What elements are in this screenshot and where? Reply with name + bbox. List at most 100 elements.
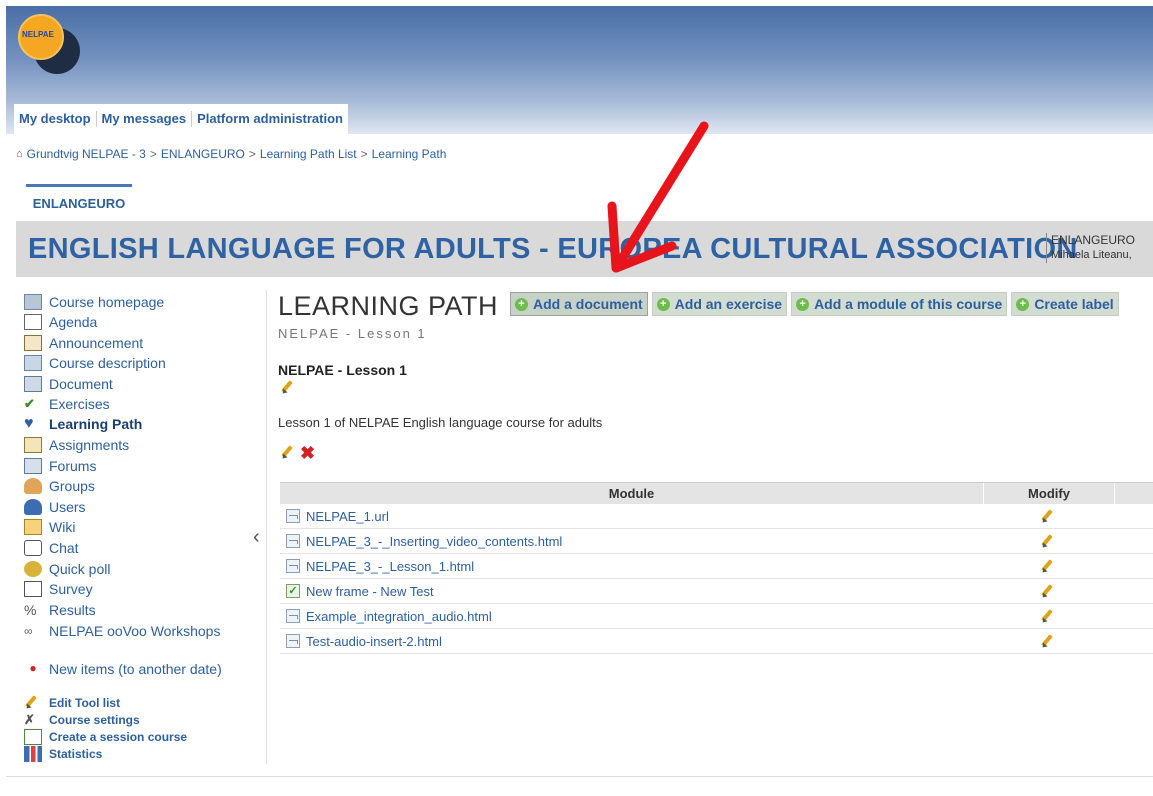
wiki-icon [24,519,42,535]
lesson-description: Lesson 1 of NELPAE English language cour… [278,415,603,430]
column-header-modify: Modify [984,483,1115,504]
edit-module-icon[interactable] [1040,634,1054,648]
modules-table: Module Modify NELPAE_1.url NELPAE_3_-_In… [280,482,1153,654]
page-title: LEARNING PATH [278,291,499,321]
button-label: Add an exercise [674,296,783,312]
edit-module-icon[interactable] [1040,509,1054,523]
course-teacher: Mihaela Liteanu, [1051,249,1132,261]
breadcrumb-item-current[interactable]: Learning Path [372,147,447,161]
breadcrumb-item-course[interactable]: ENLANGEURO [161,147,245,161]
sidebar-item-wiki[interactable]: Wiki [24,517,75,537]
chat-icon [24,540,42,556]
edit-module-icon[interactable] [1040,559,1054,573]
tab-platform-administration[interactable]: Platform administration [192,111,348,127]
edit-lesson-name-icon[interactable] [280,380,294,394]
sidebar-item-nelpae-oovoo-workshops[interactable]: ∞ NELPAE ooVoo Workshops [24,621,220,641]
sidebar-item-course-homepage[interactable]: Course homepage [24,292,164,312]
sidebar-item-label: Forums [49,458,97,474]
site-logo[interactable]: NELPAE [18,14,80,74]
sidebar-item-label: Assignments [49,437,130,453]
breadcrumb-item-lp-list[interactable]: Learning Path List [260,147,357,161]
breadcrumb-separator: > [360,147,368,161]
sidebar-item-exercises[interactable]: ✔ Exercises [24,394,110,414]
document-icon [286,609,300,623]
sidebar-item-announcement[interactable]: Announcement [24,333,143,353]
module-link[interactable]: NELPAE_1.url [306,509,389,524]
table-row: NELPAE_3_-_Inserting_video_contents.html [280,529,1153,554]
module-link[interactable]: New frame - New Test [306,584,434,599]
course-title[interactable]: ENGLISH LANGUAGE FOR ADULTS - EUROPEA CU… [28,233,1078,266]
sidebar-item-forums[interactable]: Forums [24,456,96,476]
add-exercise-button[interactable]: + Add an exercise [651,292,788,316]
breadcrumb-separator: > [149,147,157,161]
delete-icon[interactable]: ✖ [300,443,315,464]
forum-icon [24,458,42,474]
plus-icon: + [1016,297,1030,311]
table-row: Test-audio-insert-2.html [280,629,1153,654]
module-link[interactable]: Example_integration_audio.html [306,609,492,624]
sidebar-admin-label: Edit Tool list [49,695,121,710]
document-icon [286,559,300,573]
button-label: Create label [1034,296,1114,312]
quiz-icon: ✓ [286,584,300,598]
edit-module-icon[interactable] [1040,534,1054,548]
sidebar-item-assignments[interactable]: Assignments [24,435,129,455]
table-row: ✓ New frame - New Test [280,579,1153,604]
sidebar-item-label: Groups [49,478,95,494]
sidebar-item-label: Results [49,602,96,618]
course-tab[interactable]: ENLANGEURO [26,184,132,220]
sidebar-admin-label: Statistics [49,746,103,761]
sidebar-item-users[interactable]: Users [24,497,86,517]
module-link[interactable]: NELPAE_3_-_Lesson_1.html [306,559,474,574]
sidebar-new-items[interactable]: ● New items (to another date) [24,659,221,679]
plus-icon: + [656,297,670,311]
button-label: Add a module of this course [814,296,1003,312]
edit-module-icon[interactable] [1040,584,1054,598]
sidebar-item-label: Wiki [49,519,76,535]
module-link[interactable]: Test-audio-insert-2.html [306,634,442,649]
sidebar-admin-create-session-course[interactable]: Create a session course [24,728,187,745]
sidebar-item-label: NELPAE ooVoo Workshops [49,623,221,639]
course-code: ENLANGEURO [1051,233,1136,247]
sidebar-item-label: Course description [49,355,166,371]
sidebar-item-label: Chat [49,540,79,556]
module-link[interactable]: NELPAE_3_-_Inserting_video_contents.html [306,534,562,549]
sidebar-admin-label: Course settings [49,712,140,727]
tab-my-messages[interactable]: My messages [97,111,193,127]
tab-my-desktop[interactable]: My desktop [14,111,97,127]
sidebar-item-document[interactable]: Document [24,374,113,394]
edit-module-icon[interactable] [1040,609,1054,623]
calendar-icon [24,314,42,330]
breadcrumb-item-platform[interactable]: Grundtvig NELPAE - 3 [27,147,146,161]
groups-icon [24,478,42,494]
sidebar-item-label: Quick poll [49,561,111,577]
collapse-sidebar-icon[interactable]: ‹ [253,526,260,549]
sidebar-item-label: Document [49,376,113,392]
sidebar-item-quick-poll[interactable]: Quick poll [24,559,110,579]
sidebar-admin-statistics[interactable]: Statistics [24,745,102,762]
sidebar-item-learning-path[interactable]: ♥ Learning Path [24,414,142,434]
document-icon [286,634,300,648]
sidebar-admin-edit-tool-list[interactable]: Edit Tool list [24,694,120,711]
logo-text: NELPAE [22,30,54,39]
lp-actions: + Add a document + Add an exercise + Add a … [510,292,1119,316]
sidebar-item-chat[interactable]: Chat [24,538,79,558]
sidebar-item-groups[interactable]: Groups [24,476,95,496]
course-tools-sidebar: Course homepage Agenda Announcement Cour… [24,290,267,764]
column-header-module: Module [280,483,984,504]
breadcrumb: ⌂ Grundtvig NELPAE - 3 > ENLANGEURO > Le… [16,147,446,161]
learning-path-icon: ♥ [24,415,34,432]
sidebar-item-course-description[interactable]: Course description [24,353,166,373]
document-icon [286,509,300,523]
sidebar-item-results[interactable]: % Results [24,600,96,620]
sidebar-item-agenda[interactable]: Agenda [24,312,97,332]
add-document-button[interactable]: + Add a document [510,292,648,316]
description-icon [24,355,42,371]
sidebar-admin-course-settings[interactable]: ✗ Course settings [24,711,140,728]
add-module-button[interactable]: + Add a module of this course [791,292,1008,316]
sidebar-item-label: Agenda [49,314,98,330]
edit-description-icon[interactable] [280,445,294,459]
sidebar-item-survey[interactable]: Survey [24,579,93,599]
create-label-button[interactable]: + Create label [1011,292,1119,316]
home-icon[interactable]: ⌂ [16,148,23,160]
